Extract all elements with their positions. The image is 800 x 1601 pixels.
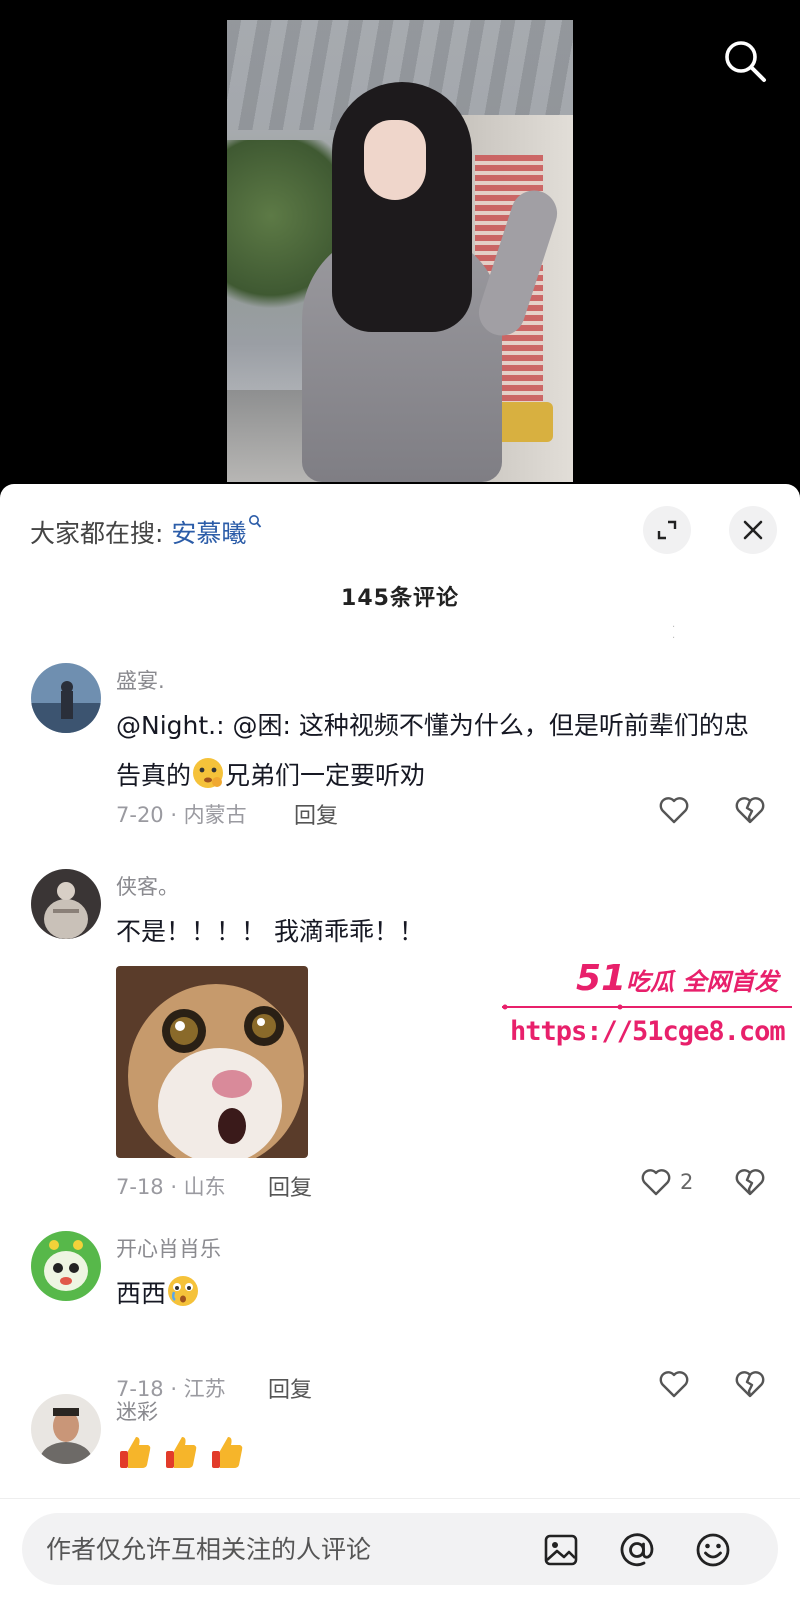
like-button[interactable]	[658, 795, 690, 825]
watermark-url: https://51cge8.com	[510, 1016, 786, 1047]
faded-dots: · ·	[672, 622, 746, 644]
thumbs-up-icon	[211, 1437, 243, 1468]
avatar-image	[31, 663, 101, 733]
video-frame[interactable]	[227, 20, 573, 482]
comment-input-box[interactable]	[22, 1513, 778, 1585]
close-icon	[743, 520, 763, 540]
avatar[interactable]	[31, 663, 101, 733]
crying-emoji-icon	[168, 1276, 199, 1306]
watermark-title: 51吃瓜 全网首发	[576, 958, 778, 999]
at-icon[interactable]	[618, 1531, 656, 1569]
like-count: 2	[680, 1170, 694, 1194]
comment-meta: 7-20 · 内蒙古	[116, 803, 247, 827]
comment-username[interactable]: 侠客。	[116, 871, 179, 901]
trending-keyword[interactable]: 安慕曦	[171, 519, 246, 548]
trending-search[interactable]: 大家都在搜: 安慕曦	[30, 514, 262, 550]
avatar-image	[31, 1231, 101, 1301]
avatar[interactable]	[31, 1231, 101, 1301]
comment-text-part: 兄弟们一定要听劝	[225, 761, 426, 790]
thinking-emoji-icon	[193, 758, 224, 788]
broken-heart-icon	[735, 1371, 765, 1398]
image-icon[interactable]	[542, 1531, 580, 1569]
comment-input[interactable]	[46, 1529, 526, 1569]
comment-username[interactable]: 开心肖肖乐	[116, 1233, 221, 1263]
heart-icon	[659, 1371, 689, 1398]
comment-count: 145条评论	[341, 586, 459, 611]
broken-heart-icon	[735, 1169, 765, 1196]
watermark: 51吃瓜 全网首发 https://51cge8.com	[502, 958, 797, 1068]
expand-button[interactable]	[643, 506, 691, 554]
video-area[interactable]	[0, 0, 800, 500]
thumbs-up-icon	[120, 1437, 151, 1468]
reply-button[interactable]: 回复	[268, 1170, 312, 1202]
reply-button[interactable]: 回复	[294, 798, 338, 830]
comment-meta: 7-18 · 山东	[116, 1175, 226, 1199]
heart-icon	[659, 797, 689, 824]
cat-sticker-image	[116, 966, 308, 1158]
person-face	[364, 120, 426, 200]
trending-label: 大家都在搜:	[30, 519, 164, 548]
comment-username[interactable]: 迷彩	[116, 1396, 158, 1426]
close-button[interactable]	[729, 506, 777, 554]
comment-emoji-row	[116, 1434, 766, 1489]
avatar[interactable]	[31, 869, 101, 939]
comment-input-bar	[0, 1498, 800, 1601]
search-button[interactable]	[722, 38, 768, 84]
search-icon	[725, 41, 766, 82]
dislike-button[interactable]	[734, 795, 766, 829]
small-search-icon	[249, 515, 262, 528]
reply-button[interactable]: 回复	[268, 1372, 312, 1404]
comment-image-cat[interactable]	[116, 966, 308, 1158]
heart-icon	[641, 1169, 671, 1196]
thumbs-up-icon	[165, 1437, 197, 1468]
expand-icon	[657, 520, 677, 540]
like-button[interactable]	[658, 1369, 690, 1399]
dislike-button[interactable]	[734, 1167, 766, 1201]
avatar[interactable]	[31, 1394, 101, 1464]
comment-username[interactable]: 盛宴.	[116, 665, 165, 695]
dislike-button[interactable]	[734, 1369, 766, 1403]
watermark-number: 51	[576, 958, 627, 999]
comment-text-part: 西西	[116, 1279, 167, 1308]
watermark-text: 吃瓜 全网首发	[626, 968, 779, 996]
avatar-image	[31, 869, 101, 939]
broken-heart-icon	[735, 797, 765, 824]
watermark-line	[502, 1004, 792, 1010]
comment-text: @Night.: @困: 这种视频不懂为什么，但是听前辈们的忠告真的 兄弟们一定要…	[116, 701, 766, 801]
avatar-image	[31, 1394, 101, 1464]
comment-text: 西西	[116, 1269, 766, 1319]
comment-text: 不是！！！！ 我滴乖乖！！	[116, 917, 424, 946]
like-button[interactable]: 2	[640, 1167, 693, 1197]
emoji-icon[interactable]	[694, 1531, 732, 1569]
